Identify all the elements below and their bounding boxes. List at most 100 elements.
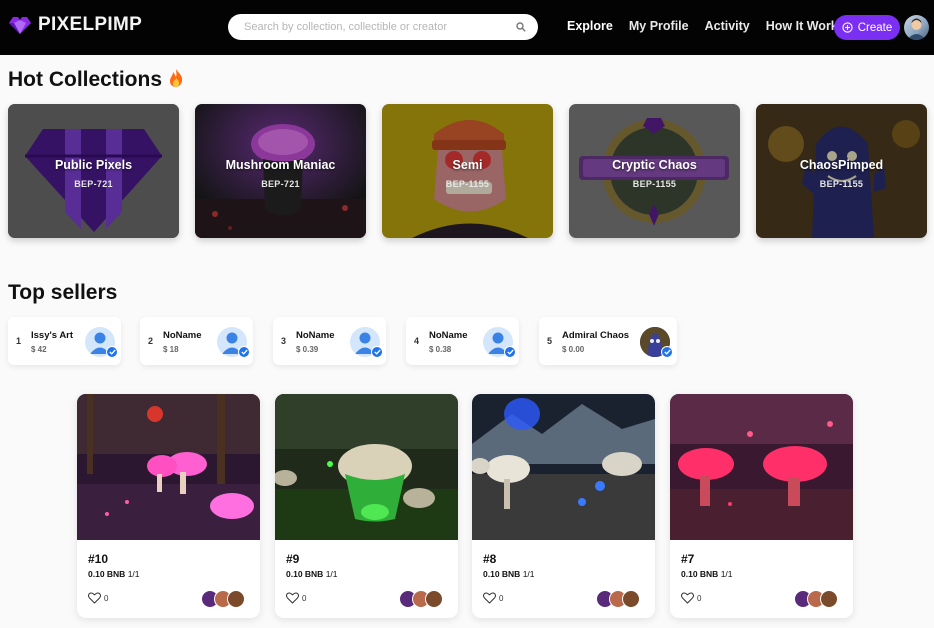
nft-price-row: 0.10 BNB 1/1: [681, 569, 733, 579]
nft-edition: 1/1: [720, 569, 733, 579]
like-button[interactable]: 0: [286, 592, 306, 604]
seller-rank: 3: [281, 336, 287, 346]
nft-title: #10: [88, 552, 109, 566]
nft-title: #8: [483, 552, 497, 566]
nft-price: 0.10 BNB: [681, 569, 719, 579]
hot-collections-heading: Hot Collections: [8, 68, 184, 92]
main-nav: Explore My Profile Activity How It Work: [567, 19, 838, 33]
nft-image: [275, 394, 458, 540]
like-button[interactable]: 0: [681, 592, 701, 604]
collection-name: ChaosPimped: [799, 158, 884, 172]
seller-item[interactable]: 1 Issy's Art $ 42: [8, 317, 121, 365]
nft-title: #7: [681, 552, 695, 566]
owner-avatar[interactable]: [425, 590, 443, 608]
collection-name: Semi: [452, 158, 483, 172]
seller-amount: $ 42: [31, 345, 47, 354]
hot-collections-title: Hot Collections: [8, 68, 163, 91]
nav-how-it-work[interactable]: How It Work: [766, 19, 838, 33]
owner-avatar[interactable]: [622, 590, 640, 608]
like-button[interactable]: 0: [88, 592, 108, 604]
like-button[interactable]: 0: [483, 592, 503, 604]
heart-gem-icon: [9, 17, 31, 34]
owner-avatar[interactable]: [820, 590, 838, 608]
nft-price: 0.10 BNB: [286, 569, 324, 579]
seller-name: NoName: [163, 330, 202, 341]
brand-name: PIXELPIMP: [38, 14, 143, 35]
nft-image: [670, 394, 853, 540]
collection-name: Public Pixels: [54, 158, 133, 172]
collection-standard: BEP-1155: [819, 179, 864, 189]
collection-name: Mushroom Maniac: [225, 158, 336, 172]
collection-standard: BEP-721: [74, 179, 113, 189]
top-sellers-title: Top sellers: [8, 281, 118, 304]
heart-icon: [88, 592, 101, 604]
verified-badge-icon: [371, 346, 383, 358]
collection-name: Cryptic Chaos: [612, 158, 697, 172]
owner-avatars: [596, 590, 640, 608]
nft-price-row: 0.10 BNB 1/1: [88, 569, 140, 579]
seller-item[interactable]: 5 Admiral Chaos $ 0.00: [539, 317, 677, 365]
owner-avatar[interactable]: [227, 590, 245, 608]
seller-amount: $ 0.38: [429, 345, 452, 354]
seller-rank: 1: [16, 336, 22, 346]
nft-image: [472, 394, 655, 540]
seller-item[interactable]: 3 NoName $ 0.39: [273, 317, 386, 365]
user-avatar-image: [907, 18, 926, 40]
nft-edition: 1/1: [325, 569, 338, 579]
nav-activity[interactable]: Activity: [705, 19, 750, 33]
nav-my-profile[interactable]: My Profile: [629, 19, 689, 33]
nav-explore[interactable]: Explore: [567, 19, 613, 33]
like-count: 0: [302, 593, 307, 603]
collection-card[interactable]: Semi BEP-1155: [382, 104, 553, 238]
top-navbar: PIXELPIMP Search by collection, collecti…: [0, 0, 934, 55]
like-count: 0: [697, 593, 702, 603]
like-count: 0: [104, 593, 109, 603]
collection-standard: BEP-1155: [632, 179, 677, 189]
seller-item[interactable]: 4 NoName $ 0.38: [406, 317, 519, 365]
owner-avatars: [794, 590, 838, 608]
collection-card[interactable]: Public Pixels BEP-721: [8, 104, 179, 238]
create-label: Create: [857, 21, 893, 34]
heart-icon: [681, 592, 694, 604]
seller-name: NoName: [429, 330, 468, 341]
collection-card[interactable]: Mushroom Maniac BEP-721: [195, 104, 366, 238]
seller-name: Admiral Chaos: [562, 330, 630, 341]
search-icon[interactable]: [516, 22, 526, 32]
collection-standard: BEP-721: [261, 179, 300, 189]
user-avatar[interactable]: [904, 15, 929, 40]
like-count: 0: [499, 593, 504, 603]
plus-circle-icon: [842, 22, 853, 33]
nft-price-row: 0.10 BNB 1/1: [286, 569, 338, 579]
seller-amount: $ 18: [163, 345, 179, 354]
brand-logo[interactable]: PIXELPIMP: [8, 14, 142, 36]
nft-card[interactable]: #10 0.10 BNB 1/1 0: [77, 394, 260, 618]
collection-card[interactable]: Cryptic Chaos BEP-1155: [569, 104, 740, 238]
fire-icon: [169, 69, 182, 87]
nft-image: [77, 394, 260, 540]
heart-icon: [483, 592, 496, 604]
nft-card[interactable]: #9 0.10 BNB 1/1 0: [275, 394, 458, 618]
seller-item[interactable]: 2 NoName $ 18: [140, 317, 253, 365]
collection-card[interactable]: ChaosPimped BEP-1155: [756, 104, 927, 238]
create-button[interactable]: Create: [834, 15, 900, 40]
seller-amount: $ 0.00: [562, 345, 585, 354]
nft-edition: 1/1: [127, 569, 140, 579]
seller-rank: 5: [547, 336, 553, 346]
search-input[interactable]: Search by collection, collectible or cre…: [244, 21, 516, 33]
nft-card[interactable]: #7 0.10 BNB 1/1 0: [670, 394, 853, 618]
nft-price: 0.10 BNB: [88, 569, 126, 579]
verified-badge-icon: [238, 346, 250, 358]
owner-avatars: [201, 590, 245, 608]
verified-badge-icon: [661, 346, 673, 358]
seller-name: NoName: [296, 330, 335, 341]
heart-icon: [286, 592, 299, 604]
seller-name: Issy's Art: [31, 330, 74, 341]
search-bar[interactable]: Search by collection, collectible or cre…: [228, 14, 538, 40]
nft-card[interactable]: #8 0.10 BNB 1/1 0: [472, 394, 655, 618]
owner-avatars: [399, 590, 443, 608]
nft-edition: 1/1: [522, 569, 535, 579]
seller-amount: $ 0.39: [296, 345, 319, 354]
nft-price-row: 0.10 BNB 1/1: [483, 569, 535, 579]
seller-rank: 2: [148, 336, 154, 346]
collection-standard: BEP-1155: [445, 179, 490, 189]
